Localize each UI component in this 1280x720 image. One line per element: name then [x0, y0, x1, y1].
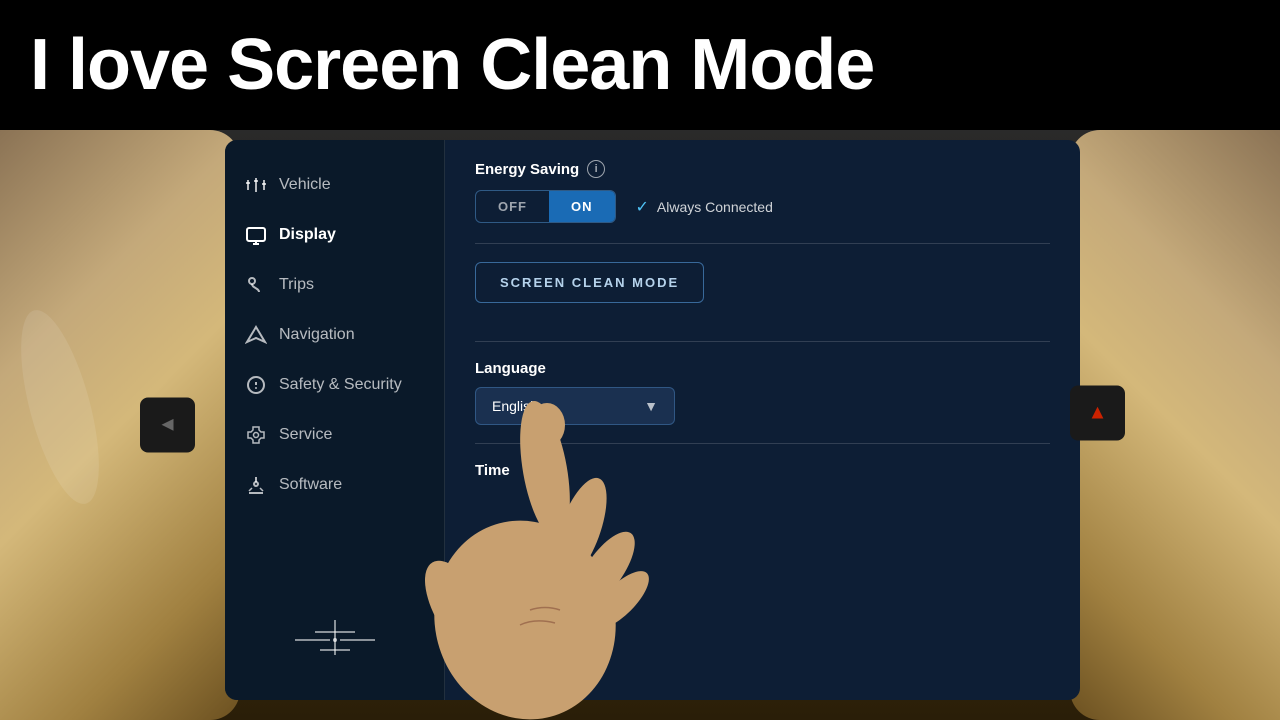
time-section-label: Time — [475, 462, 1050, 479]
software-icon — [245, 474, 267, 496]
left-arrow-button[interactable] — [140, 398, 195, 453]
energy-toggle-group: OFF ON — [475, 190, 616, 223]
divider-1 — [475, 243, 1050, 244]
always-connected-row: ✓ Always Connected — [636, 197, 773, 217]
energy-saving-label: Energy Saving — [475, 161, 579, 178]
top-bar: I love Screen Clean Mode — [0, 0, 1280, 130]
energy-on-button[interactable]: ON — [549, 191, 615, 222]
screen-clean-mode-button[interactable]: SCREEN CLEAN MODE — [475, 262, 704, 303]
sidebar-item-display[interactable]: Display — [225, 210, 444, 260]
sidebar-item-safety[interactable]: Safety & Security — [225, 360, 444, 410]
energy-saving-section: Energy Saving i — [475, 160, 1050, 178]
sidebar-vehicle-label: Vehicle — [279, 176, 331, 194]
car-background: Vehicle Display — [0, 130, 1280, 720]
sidebar-item-software[interactable]: Software — [225, 460, 444, 510]
safety-icon — [245, 374, 267, 396]
energy-toggle-row: OFF ON ✓ Always Connected — [475, 190, 1050, 223]
chevron-down-icon: ▼ — [644, 398, 658, 414]
sidebar-service-label: Service — [279, 426, 332, 444]
energy-off-button[interactable]: OFF — [476, 191, 549, 222]
tesla-screen: Vehicle Display — [225, 140, 1080, 700]
tesla-logo — [290, 610, 380, 660]
right-arrow-button[interactable] — [1070, 386, 1125, 441]
sidebar-navigation-label: Navigation — [279, 326, 355, 344]
sidebar-item-service[interactable]: Service — [225, 410, 444, 460]
sidebar-software-label: Software — [279, 476, 342, 494]
divider-3 — [475, 443, 1050, 444]
language-dropdown[interactable]: English ▼ — [475, 387, 675, 425]
main-content: Energy Saving i OFF ON ✓ Always Connecte… — [445, 140, 1080, 700]
sidebar-display-label: Display — [279, 226, 336, 244]
divider-2 — [475, 341, 1050, 342]
checkmark-icon: ✓ — [636, 197, 649, 217]
sidebar: Vehicle Display — [225, 140, 445, 700]
sidebar-item-trips[interactable]: Trips — [225, 260, 444, 310]
language-section-label: Language — [475, 360, 1050, 377]
sidebar-item-vehicle[interactable]: Vehicle — [225, 160, 444, 210]
vehicle-icon — [245, 174, 267, 196]
display-icon — [245, 224, 267, 246]
sidebar-trips-label: Trips — [279, 276, 314, 294]
always-connected-label: Always Connected — [657, 199, 773, 215]
language-selected-value: English — [492, 398, 538, 414]
page-title: I love Screen Clean Mode — [30, 24, 874, 106]
trips-icon — [245, 274, 267, 296]
service-icon — [245, 424, 267, 446]
info-icon[interactable]: i — [587, 160, 605, 178]
sidebar-bottom — [225, 590, 444, 680]
sidebar-safety-label: Safety & Security — [279, 376, 402, 394]
sidebar-item-navigation[interactable]: Navigation — [225, 310, 444, 360]
left-seat — [0, 130, 240, 720]
navigation-icon — [245, 324, 267, 346]
